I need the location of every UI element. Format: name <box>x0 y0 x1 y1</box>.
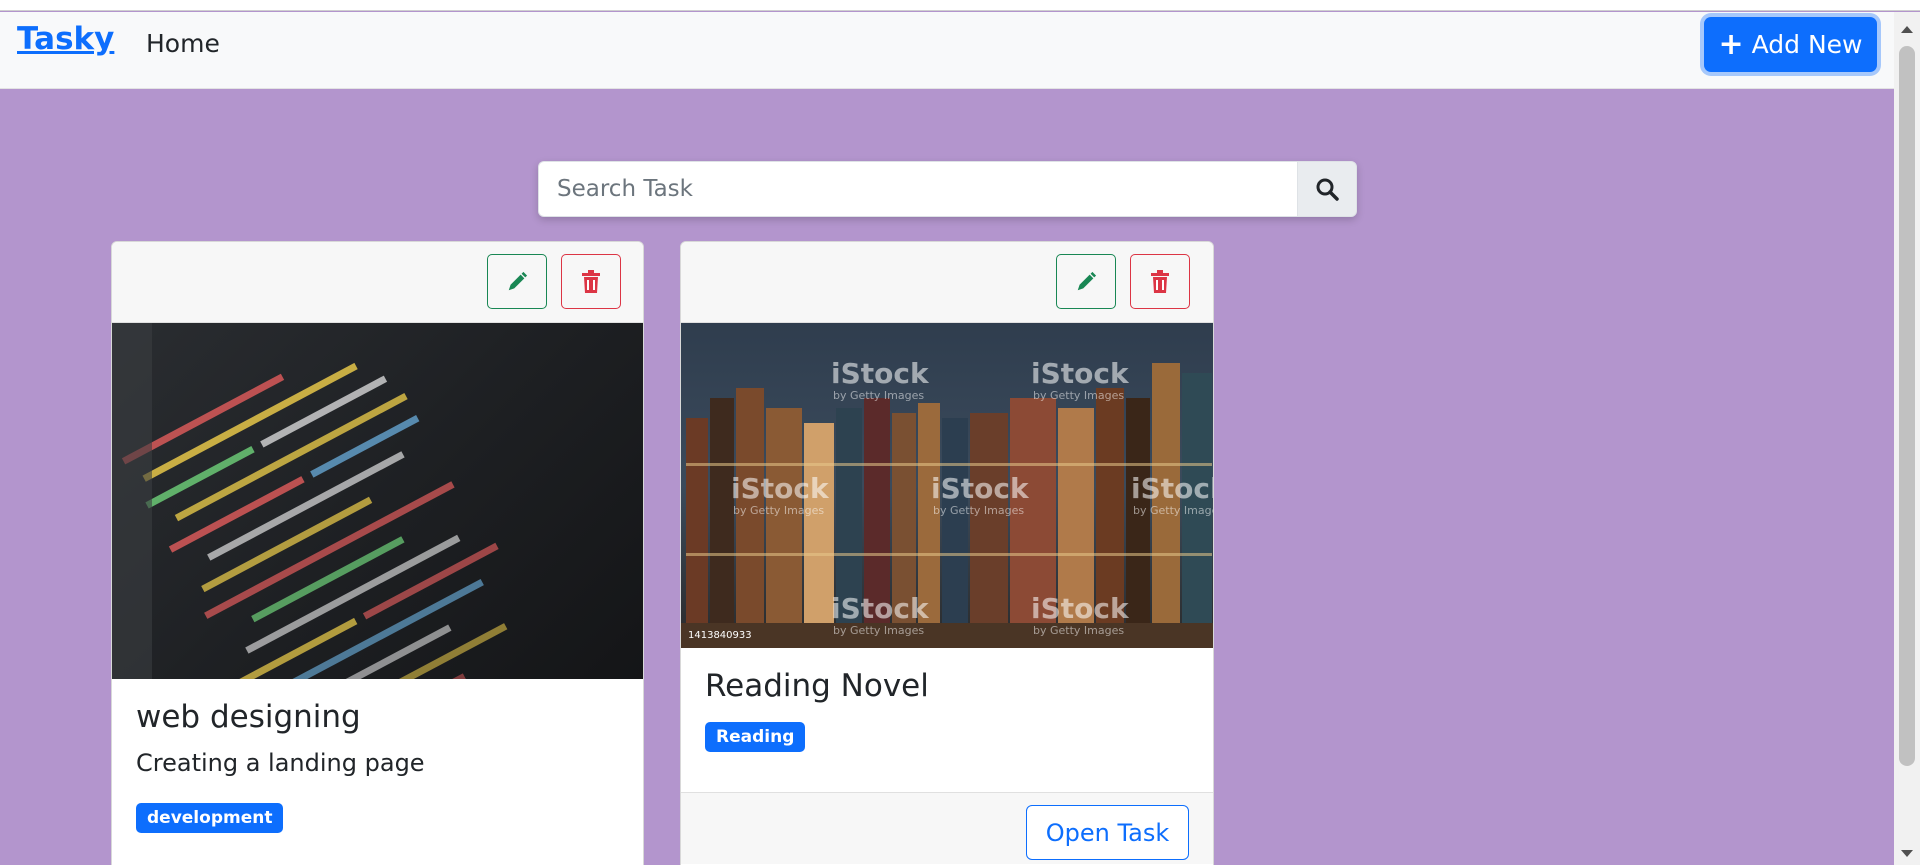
task-tag-badge: development <box>136 803 284 833</box>
image-id-text: 1413840933 <box>688 630 752 641</box>
search-group <box>538 161 1357 217</box>
watermark-text: iStock <box>1031 592 1130 625</box>
page-scrollbar[interactable] <box>1894 12 1920 865</box>
task-title: web designing <box>136 699 361 735</box>
search-input[interactable] <box>538 161 1297 217</box>
card-header <box>112 242 643 323</box>
edit-task-button[interactable] <box>487 254 547 309</box>
scroll-up-arrow-icon[interactable] <box>1901 26 1913 33</box>
watermark-subtext: by Getty Images <box>733 504 824 517</box>
search-icon <box>1316 178 1339 201</box>
watermark-subtext: by Getty Images <box>1033 624 1124 637</box>
task-image-code <box>112 323 643 679</box>
task-image-books: iStock iStock iStock iStock iStock iStoc… <box>681 323 1213 648</box>
window-top-strip <box>0 0 1920 11</box>
pencil-icon <box>508 271 528 290</box>
pencil-icon <box>1077 271 1097 290</box>
open-task-button[interactable]: Open Task <box>1026 805 1189 860</box>
card-body: Reading Novel Reading <box>681 648 1213 772</box>
task-description: Creating a landing page <box>136 749 425 777</box>
brand-logo-link[interactable]: Tasky <box>17 21 114 57</box>
watermark-subtext: by Getty Images <box>1033 389 1124 402</box>
watermark-subtext: by Getty Images <box>833 389 924 402</box>
task-tag-badge: Reading <box>705 722 806 752</box>
task-card: web designing Creating a landing page de… <box>111 241 644 865</box>
watermark-subtext: by Getty Images <box>833 624 924 637</box>
watermark-text: iStock <box>731 472 830 505</box>
delete-task-button[interactable] <box>1130 254 1190 309</box>
edit-task-button[interactable] <box>1056 254 1116 309</box>
watermark-text: iStock <box>1131 472 1213 505</box>
scrollbar-thumb[interactable] <box>1899 46 1915 766</box>
watermark-subtext: by Getty Images <box>933 504 1024 517</box>
task-card: iStock iStock iStock iStock iStock iStoc… <box>680 241 1214 865</box>
delete-task-button[interactable] <box>561 254 621 309</box>
watermark-subtext: by Getty Images <box>1133 504 1213 517</box>
watermark-text: iStock <box>831 357 930 390</box>
trash-icon <box>1151 269 1169 293</box>
task-title: Reading Novel <box>705 668 929 704</box>
watermark-text: iStock <box>931 472 1030 505</box>
add-new-button[interactable]: + Add New <box>1704 17 1877 72</box>
search-button[interactable] <box>1297 161 1357 217</box>
scroll-down-arrow-icon[interactable] <box>1901 850 1913 857</box>
watermark-text: iStock <box>831 592 930 625</box>
add-new-label: Add New <box>1751 30 1863 59</box>
watermark-text: iStock <box>1031 357 1130 390</box>
navbar: Tasky Home + Add New <box>0 12 1894 89</box>
card-body: web designing Creating a landing page de… <box>112 679 643 853</box>
card-footer: Open Task <box>681 792 1213 864</box>
nav-home-link[interactable]: Home <box>146 29 220 58</box>
card-header <box>681 242 1213 323</box>
trash-icon <box>582 269 600 293</box>
plus-icon: + <box>1718 26 1744 62</box>
